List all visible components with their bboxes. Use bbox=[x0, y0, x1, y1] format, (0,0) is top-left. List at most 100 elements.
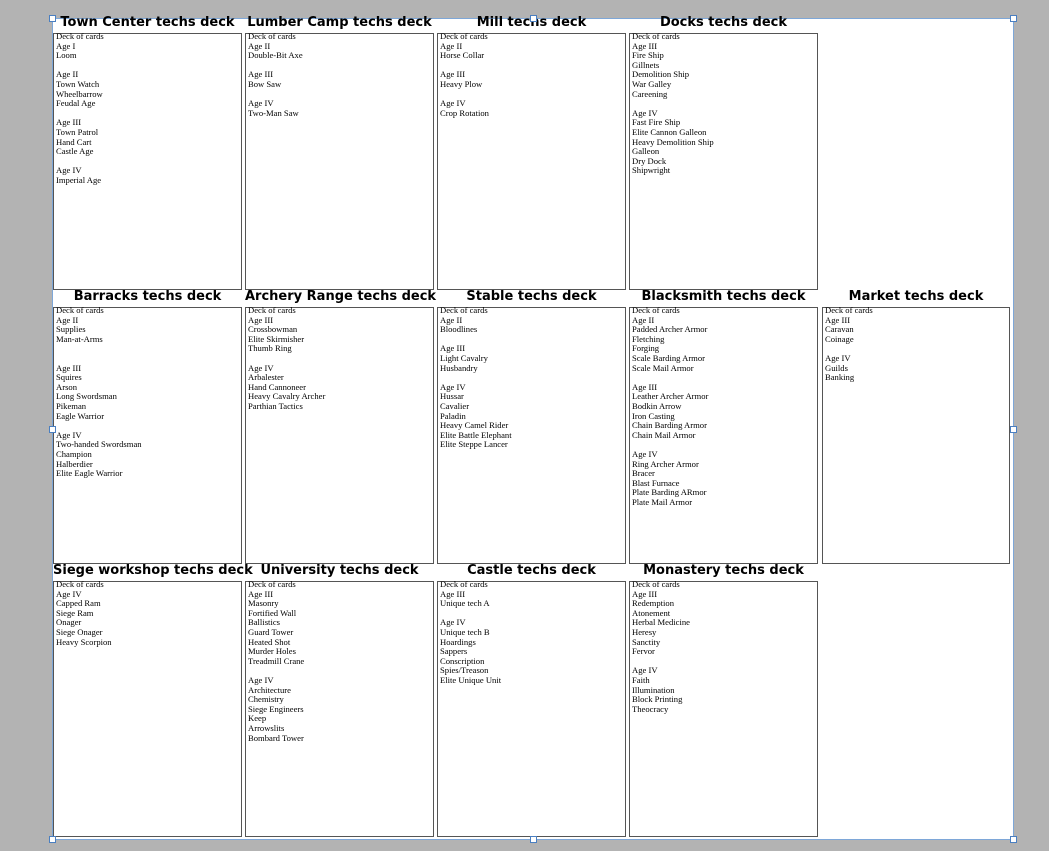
deck-box[interactable]: Deck of cards Age IV Capped Ram Siege Ram On… bbox=[53, 579, 242, 837]
stable-techs-deck[interactable]: Stable techs deck Deck of cards Age II Bloo… bbox=[437, 289, 626, 564]
deck-title: Market techs deck bbox=[848, 289, 984, 304]
deck-box[interactable]: Deck of cards Age I Loom Age II Town Watch Wh… bbox=[53, 31, 242, 290]
card-line: Deck of cards bbox=[632, 305, 680, 315]
card-line: Siege Engineers bbox=[248, 703, 304, 714]
deck-box[interactable]: Deck of cards Age II Supplies Man-at-Arms Ag… bbox=[53, 305, 242, 564]
resize-handle-left[interactable] bbox=[49, 426, 56, 433]
siege-workshop-techs-deck[interactable]: Siege workshop techs deck Deck of cards Ag… bbox=[53, 563, 253, 837]
market-techs-deck[interactable]: Market techs deck Deck of cards Age III Car… bbox=[822, 289, 1010, 564]
card-line: Banking bbox=[825, 372, 855, 383]
deck-title: Monastery techs deck bbox=[643, 563, 804, 578]
card-line bbox=[632, 99, 815, 109]
card-line: Elite Unique Unit bbox=[440, 674, 502, 685]
card-line: Careening bbox=[632, 88, 668, 99]
card-line: Bombard Tower bbox=[248, 732, 304, 743]
deck-box[interactable]: Deck of cards Age III Masonry Fortified Wal… bbox=[245, 579, 434, 837]
deck-box[interactable]: Deck of cards Age II Padded Archer Armor Fl… bbox=[629, 305, 818, 564]
card-line bbox=[632, 657, 815, 667]
card-line bbox=[440, 61, 623, 71]
deck-title: Archery Range techs deck bbox=[245, 289, 437, 304]
card-line bbox=[56, 157, 239, 167]
card-line bbox=[56, 421, 239, 431]
card-line: Age I bbox=[56, 40, 76, 51]
deck-box[interactable]: Deck of cards Age III Fire Ship Gillnets Dem… bbox=[629, 31, 818, 290]
resize-handle-bottom-right[interactable] bbox=[1010, 836, 1017, 843]
town-center-techs-deck[interactable]: Town Center techs deck Deck of cards Age I… bbox=[53, 15, 242, 290]
university-techs-deck[interactable]: University techs deck Deck of cards Age II… bbox=[245, 563, 434, 837]
card-line: Deck of cards bbox=[825, 305, 873, 315]
card-line: Fletching bbox=[632, 333, 665, 344]
deck-title: University techs deck bbox=[260, 563, 419, 578]
card-line: Deck of cards bbox=[632, 579, 680, 589]
card-line: Herbal Medicine bbox=[632, 617, 690, 628]
card-line: Parthian Tactics bbox=[248, 400, 303, 411]
card-line: Scale Mail Armor bbox=[632, 362, 694, 373]
deck-card-list: Deck of cards Age II Padded Archer Armor Fl… bbox=[632, 305, 815, 507]
deck-box[interactable]: Deck of cards Age III Unique tech A Age IV U… bbox=[437, 579, 626, 837]
card-line: Bow Saw bbox=[248, 78, 282, 89]
card-line bbox=[825, 344, 1007, 354]
blacksmith-techs-deck[interactable]: Blacksmith techs deck Deck of cards Age II… bbox=[629, 289, 818, 564]
resize-handle-top-right[interactable] bbox=[1010, 15, 1017, 22]
card-line: Horse Collar bbox=[440, 50, 485, 61]
card-line: Age III bbox=[56, 362, 82, 373]
deck-box[interactable]: Deck of cards Age III Redemption Atonement H… bbox=[629, 579, 818, 837]
deck-card-list: Deck of cards Age III Masonry Fortified Wal… bbox=[248, 579, 431, 743]
barracks-techs-deck[interactable]: Barracks techs deck Deck of cards Age II Su… bbox=[53, 289, 242, 564]
card-line: Age IV bbox=[632, 665, 658, 676]
deck-title: Lumber Camp techs deck bbox=[247, 15, 432, 30]
deck-title: Stable techs deck bbox=[466, 289, 597, 304]
card-line bbox=[440, 335, 623, 345]
card-line: Age IV bbox=[825, 352, 851, 363]
card-line: Ring Archer Armor bbox=[632, 458, 699, 469]
monastery-techs-deck[interactable]: Monastery techs deck Deck of cards Age III… bbox=[629, 563, 818, 837]
card-line: Feudal Age bbox=[56, 98, 96, 109]
card-line: Shipwright bbox=[632, 165, 671, 176]
resize-handle-top-left[interactable] bbox=[49, 15, 56, 22]
deck-card-list: Deck of cards Age II Supplies Man-at-Arms Ag… bbox=[56, 305, 239, 479]
card-line: Squires bbox=[56, 372, 82, 383]
deck-box[interactable]: Deck of cards Age III Caravan Coinage Age IV… bbox=[822, 305, 1010, 564]
card-line: Deck of cards bbox=[440, 31, 488, 41]
deck-box[interactable]: Deck of cards Age III Crossbowman Elite Ski… bbox=[245, 305, 434, 564]
card-line: Eagle Warrior bbox=[56, 410, 105, 421]
card-line bbox=[632, 373, 815, 383]
deck-card-list: Deck of cards Age III Fire Ship Gillnets Dem… bbox=[632, 31, 815, 176]
docks-techs-deck[interactable]: Docks techs deck Deck of cards Age III Fire… bbox=[629, 15, 818, 290]
card-line bbox=[440, 90, 623, 100]
deck-box[interactable]: Deck of cards Age II Double-Bit Axe Age III… bbox=[245, 31, 434, 290]
card-line bbox=[248, 354, 431, 364]
deck-card-list: Deck of cards Age III Redemption Atonement H… bbox=[632, 579, 815, 714]
lumber-camp-techs-deck[interactable]: Lumber Camp techs deck Deck of cards Age I… bbox=[245, 15, 434, 290]
deck-card-list: Deck of cards Age II Horse Collar Age III He… bbox=[440, 31, 623, 118]
archery-range-techs-deck[interactable]: Archery Range techs deck Deck of cards Age… bbox=[245, 289, 436, 564]
castle-techs-deck[interactable]: Castle techs deck Deck of cards Age III Uni… bbox=[437, 563, 626, 837]
deck-title: Blacksmith techs deck bbox=[641, 289, 806, 304]
resize-handle-bottom[interactable] bbox=[530, 836, 537, 843]
deck-box[interactable]: Deck of cards Age II Bloodlines Age III Ligh… bbox=[437, 305, 626, 564]
card-line: Hoardings bbox=[440, 636, 476, 647]
card-line bbox=[248, 666, 431, 676]
card-line: Sanctity bbox=[632, 636, 661, 647]
card-line bbox=[440, 609, 623, 619]
card-line: Unique tech A bbox=[440, 598, 490, 609]
deck-box[interactable]: Deck of cards Age II Horse Collar Age III He… bbox=[437, 31, 626, 290]
card-line: Plate Mail Armor bbox=[632, 496, 693, 507]
card-line bbox=[56, 344, 239, 354]
card-line: Deck of cards bbox=[248, 579, 296, 589]
card-line: Deck of cards bbox=[440, 305, 488, 315]
resize-handle-top[interactable] bbox=[530, 15, 537, 22]
card-line bbox=[56, 354, 239, 364]
card-line bbox=[440, 373, 623, 383]
card-line: Crop Rotation bbox=[440, 107, 489, 118]
card-line: Loom bbox=[56, 50, 77, 61]
resize-handle-bottom-left[interactable] bbox=[49, 836, 56, 843]
deck-title: Town Center techs deck bbox=[60, 15, 235, 30]
deck-card-list: Deck of cards Age II Double-Bit Axe Age III… bbox=[248, 31, 431, 118]
card-line: Man-at-Arms bbox=[56, 333, 103, 344]
mill-techs-deck[interactable]: Mill techs deck Deck of cards Age II Horse … bbox=[437, 15, 626, 290]
card-line: Cavalier bbox=[440, 400, 470, 411]
resize-handle-right[interactable] bbox=[1010, 426, 1017, 433]
card-line: Imperial Age bbox=[56, 174, 102, 185]
card-line bbox=[248, 61, 431, 71]
